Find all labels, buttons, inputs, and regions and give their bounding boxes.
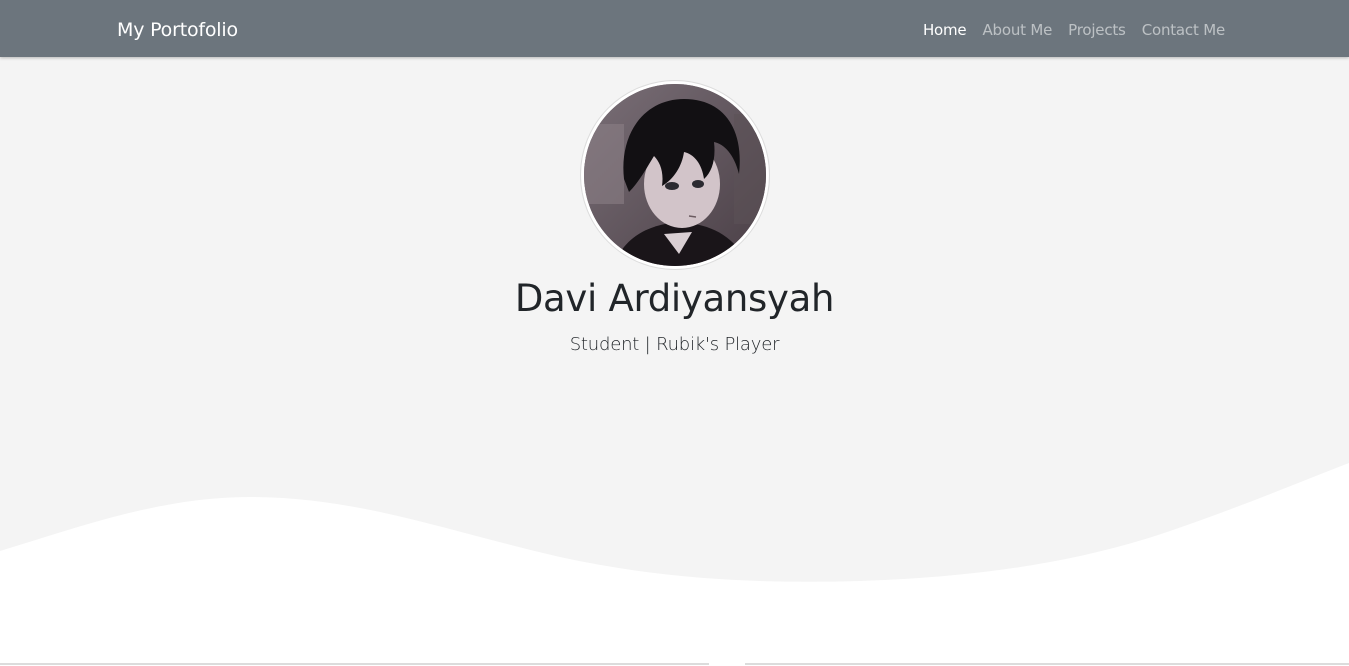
nav-link-about-me[interactable]: About Me xyxy=(982,19,1052,41)
nav-links: Home About Me Projects Contact Me xyxy=(923,19,1225,41)
hero-section: Davi Ardiyansyah Student | Rubik's Playe… xyxy=(0,57,1349,666)
nav-link-projects[interactable]: Projects xyxy=(1068,19,1126,41)
bottom-divider xyxy=(0,663,1349,665)
nav-link-home[interactable]: Home xyxy=(923,19,967,41)
profile-avatar xyxy=(581,81,769,269)
nav-link-contact-me[interactable]: Contact Me xyxy=(1142,19,1226,41)
profile-name: Davi Ardiyansyah xyxy=(514,277,835,320)
profile-avatar-image xyxy=(584,84,766,266)
navbar: My Portofolio Home About Me Projects Con… xyxy=(0,0,1349,57)
brand-link[interactable]: My Portofolio xyxy=(117,17,238,43)
profile-subtitle: Student | Rubik's Player xyxy=(569,334,780,355)
